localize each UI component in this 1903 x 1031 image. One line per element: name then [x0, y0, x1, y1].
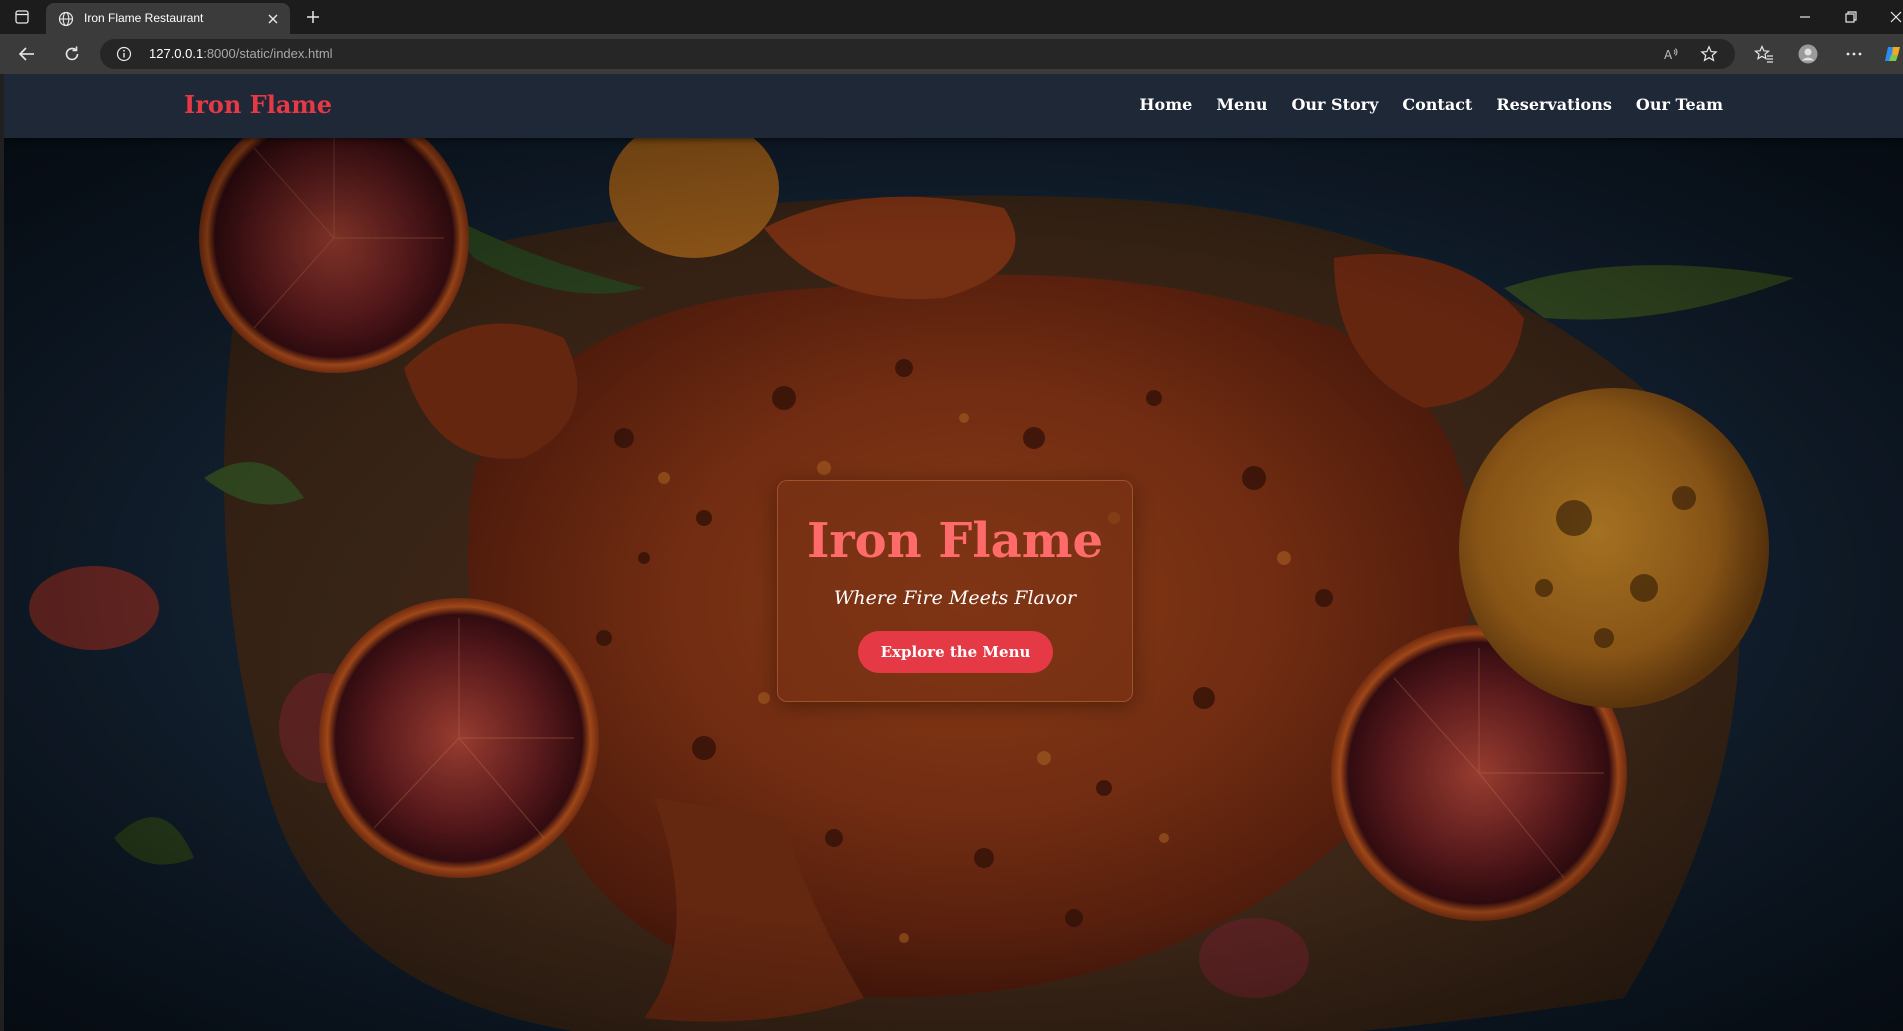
svg-text:A: A: [1664, 48, 1673, 62]
more-options-icon[interactable]: [1844, 44, 1864, 64]
address-bar[interactable]: 127.0.0.1:8000/static/index.html A: [100, 39, 1735, 69]
nav-link-contact[interactable]: Contact: [1402, 95, 1472, 114]
explore-menu-button[interactable]: Explore the Menu: [858, 631, 1053, 673]
close-tab-icon[interactable]: [266, 12, 280, 26]
add-favorite-star-icon[interactable]: [1700, 45, 1718, 63]
favorites-icon[interactable]: [1754, 44, 1774, 64]
close-window-icon[interactable]: [1887, 8, 1903, 26]
hero-subtitle: Where Fire Meets Flavor: [833, 587, 1077, 609]
new-tab-icon[interactable]: [304, 8, 322, 26]
globe-icon: [58, 11, 74, 27]
back-arrow-icon[interactable]: [17, 44, 37, 64]
nav-link-our-story[interactable]: Our Story: [1291, 95, 1378, 114]
reload-icon[interactable]: [62, 44, 82, 64]
tab-title: Iron Flame Restaurant: [84, 11, 204, 25]
site-navbar: Iron Flame Home Menu Our Story Contact R…: [4, 74, 1903, 138]
url-host: 127.0.0.1: [149, 46, 204, 61]
read-aloud-icon[interactable]: A: [1662, 45, 1680, 63]
nav-link-menu[interactable]: Menu: [1216, 95, 1267, 114]
nav-links: Home Menu Our Story Contact Reservations…: [1139, 95, 1723, 114]
nav-link-our-team[interactable]: Our Team: [1636, 95, 1723, 114]
hero-title: Iron Flame: [806, 513, 1104, 569]
site-info-icon[interactable]: [116, 46, 132, 62]
site-logo[interactable]: Iron Flame: [184, 90, 332, 119]
browser-toolbar: 127.0.0.1:8000/static/index.html A: [0, 34, 1903, 74]
copilot-icon[interactable]: [1883, 44, 1903, 64]
nav-link-reservations[interactable]: Reservations: [1496, 95, 1612, 114]
minimize-window-icon[interactable]: [1796, 8, 1814, 26]
url-text[interactable]: 127.0.0.1:8000/static/index.html: [149, 46, 333, 61]
hero-card: Iron Flame Where Fire Meets Flavor Explo…: [777, 480, 1133, 702]
url-path: :8000/static/index.html: [203, 46, 333, 61]
nav-link-home[interactable]: Home: [1139, 95, 1192, 114]
profile-avatar-icon[interactable]: [1798, 44, 1818, 64]
browser-tab-active[interactable]: Iron Flame Restaurant: [46, 3, 290, 34]
browser-tab-strip: Iron Flame Restaurant: [0, 0, 1903, 34]
restore-window-icon[interactable]: [1842, 8, 1860, 26]
hero-section: Iron Flame Where Fire Meets Flavor Explo…: [4, 138, 1903, 1031]
tab-actions-icon[interactable]: [14, 9, 30, 25]
page-viewport: Iron Flame Home Menu Our Story Contact R…: [4, 74, 1903, 1031]
